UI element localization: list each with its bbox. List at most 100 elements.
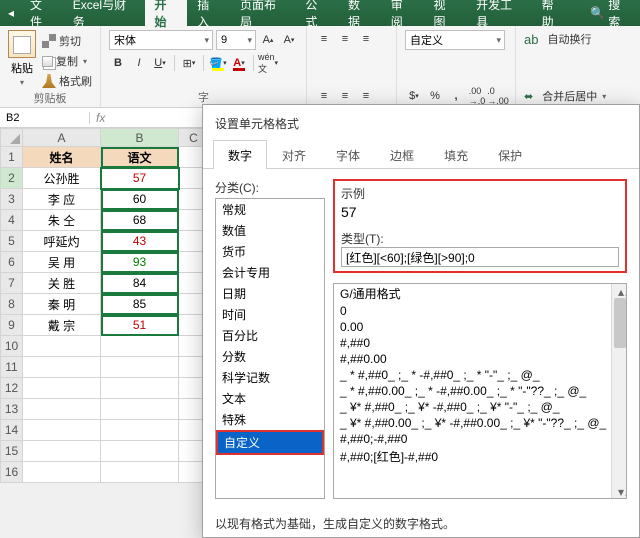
number-format-select[interactable]: 自定义 bbox=[405, 30, 505, 50]
row-header[interactable]: 6 bbox=[1, 252, 23, 273]
menu-search[interactable]: 🔍搜索 bbox=[580, 0, 640, 26]
cell[interactable]: 公孙胜 bbox=[23, 168, 101, 189]
cell[interactable]: 85 bbox=[101, 294, 179, 315]
menu-home[interactable]: 开始 bbox=[145, 0, 188, 26]
cell[interactable] bbox=[23, 378, 101, 399]
format-item[interactable]: #,##0.00 bbox=[334, 351, 626, 367]
cell[interactable] bbox=[23, 357, 101, 378]
row-header[interactable]: 15 bbox=[1, 441, 23, 462]
align-right-button[interactable]: ≡ bbox=[357, 87, 375, 105]
format-item[interactable]: 0 bbox=[334, 303, 626, 319]
row-header[interactable]: 5 bbox=[1, 231, 23, 252]
format-item[interactable]: _ * #,##0.00_ ;_ * -#,##0.00_ ;_ * "-"??… bbox=[334, 383, 626, 399]
menu-excel-finance[interactable]: Excel与财务 bbox=[63, 0, 145, 26]
format-item[interactable]: _ ¥* #,##0.00_ ;_ ¥* -#,##0.00_ ;_ ¥* "-… bbox=[334, 415, 626, 431]
menu-insert[interactable]: 插入 bbox=[187, 0, 230, 26]
tab-protection[interactable]: 保护 bbox=[483, 140, 537, 169]
cell[interactable] bbox=[101, 336, 179, 357]
type-input[interactable] bbox=[341, 247, 619, 267]
font-size-select[interactable]: 9 bbox=[216, 30, 256, 50]
cut-button[interactable]: 剪切 bbox=[42, 32, 92, 50]
row-header[interactable]: 4 bbox=[1, 210, 23, 231]
cell[interactable]: 戴 宗 bbox=[23, 315, 101, 336]
category-item[interactable]: 百分比 bbox=[216, 325, 324, 346]
cell[interactable] bbox=[23, 336, 101, 357]
format-item[interactable]: G/通用格式 bbox=[334, 284, 626, 303]
italic-button[interactable]: I bbox=[130, 54, 148, 72]
category-item[interactable]: 自定义 bbox=[216, 430, 324, 455]
cell[interactable] bbox=[23, 441, 101, 462]
cell[interactable]: 姓名 bbox=[23, 147, 101, 168]
cell[interactable]: 秦 明 bbox=[23, 294, 101, 315]
scrollbar[interactable]: ▴ ▾ bbox=[611, 284, 626, 498]
grow-font-button[interactable]: A▴ bbox=[259, 31, 277, 49]
tab-alignment[interactable]: 对齐 bbox=[267, 140, 321, 169]
tab-font[interactable]: 字体 bbox=[321, 140, 375, 169]
row-header[interactable]: 11 bbox=[1, 357, 23, 378]
menu-help[interactable]: 帮助 bbox=[532, 0, 575, 26]
phonetic-button[interactable]: wén文▾ bbox=[259, 54, 277, 72]
category-item[interactable]: 日期 bbox=[216, 283, 324, 304]
wrap-text-button[interactable]: ab 自动换行 bbox=[524, 30, 606, 48]
cell[interactable]: 语文 bbox=[101, 147, 179, 168]
tab-fill[interactable]: 填充 bbox=[429, 140, 483, 169]
font-color-button[interactable]: A▾ bbox=[230, 54, 248, 72]
category-item[interactable]: 货币 bbox=[216, 241, 324, 262]
menu-formulas[interactable]: 公式 bbox=[295, 0, 338, 26]
cell[interactable]: 呼延灼 bbox=[23, 231, 101, 252]
format-listbox[interactable]: G/通用格式00.00#,##0#,##0.00_ * #,##0_ ;_ * … bbox=[333, 283, 627, 499]
cell[interactable]: 60 bbox=[101, 189, 179, 210]
row-header[interactable]: 7 bbox=[1, 273, 23, 294]
font-name-select[interactable]: 宋体 bbox=[109, 30, 213, 50]
category-item[interactable]: 分数 bbox=[216, 346, 324, 367]
format-item[interactable]: #,##0 bbox=[334, 335, 626, 351]
col-header-a[interactable]: A bbox=[23, 129, 101, 147]
category-item[interactable]: 常规 bbox=[216, 199, 324, 220]
row-header[interactable]: 2 bbox=[1, 168, 23, 189]
cell[interactable] bbox=[101, 462, 179, 483]
cell[interactable]: 51 bbox=[101, 315, 179, 336]
row-header[interactable]: 3 bbox=[1, 189, 23, 210]
col-header-b[interactable]: B bbox=[101, 129, 179, 147]
align-center-button[interactable]: ≡ bbox=[336, 87, 354, 105]
align-top-button[interactable]: ≡ bbox=[315, 30, 333, 48]
cell[interactable]: 84 bbox=[101, 273, 179, 294]
copy-button[interactable]: 复制▾ bbox=[42, 52, 92, 70]
category-item[interactable]: 特殊 bbox=[216, 409, 324, 430]
row-header[interactable]: 13 bbox=[1, 399, 23, 420]
cell[interactable]: 李 应 bbox=[23, 189, 101, 210]
cell[interactable]: 57 bbox=[101, 168, 179, 189]
fx-icon[interactable]: fx bbox=[90, 111, 111, 125]
border-button[interactable]: ⊞▾ bbox=[180, 54, 198, 72]
cell[interactable] bbox=[101, 441, 179, 462]
cell[interactable]: 93 bbox=[101, 252, 179, 273]
decrease-decimal-button[interactable]: .0→.00 bbox=[489, 87, 507, 105]
format-item[interactable]: #,##0;-#,##0 bbox=[334, 431, 626, 447]
row-header[interactable]: 10 bbox=[1, 336, 23, 357]
format-item[interactable]: #,##0;[红色]-#,##0 bbox=[334, 447, 626, 466]
scroll-thumb[interactable] bbox=[614, 298, 626, 348]
align-middle-button[interactable]: ≡ bbox=[336, 30, 354, 48]
cell[interactable] bbox=[23, 420, 101, 441]
row-header[interactable]: 8 bbox=[1, 294, 23, 315]
cell[interactable] bbox=[23, 462, 101, 483]
format-item[interactable]: _ * #,##0_ ;_ * -#,##0_ ;_ * "-"_ ;_ @_ bbox=[334, 367, 626, 383]
row-header[interactable]: 14 bbox=[1, 420, 23, 441]
scroll-down-icon[interactable]: ▾ bbox=[612, 484, 626, 498]
underline-button[interactable]: U▾ bbox=[151, 54, 169, 72]
cell[interactable]: 吴 用 bbox=[23, 252, 101, 273]
cell[interactable]: 68 bbox=[101, 210, 179, 231]
menu-developer[interactable]: 开发工具 bbox=[466, 0, 531, 26]
row-header[interactable]: 9 bbox=[1, 315, 23, 336]
scroll-up-icon[interactable]: ▴ bbox=[612, 284, 626, 298]
format-item[interactable]: 0.00 bbox=[334, 319, 626, 335]
increase-decimal-button[interactable]: .00→.0 bbox=[468, 87, 486, 105]
menu-view[interactable]: 视图 bbox=[423, 0, 466, 26]
category-item[interactable]: 时间 bbox=[216, 304, 324, 325]
row-header[interactable]: 16 bbox=[1, 462, 23, 483]
category-listbox[interactable]: 常规数值货币会计专用日期时间百分比分数科学记数文本特殊自定义 bbox=[215, 198, 325, 499]
cell[interactable] bbox=[101, 378, 179, 399]
category-item[interactable]: 数值 bbox=[216, 220, 324, 241]
bold-button[interactable]: B bbox=[109, 54, 127, 72]
menu-file[interactable]: 文件 bbox=[20, 0, 63, 26]
